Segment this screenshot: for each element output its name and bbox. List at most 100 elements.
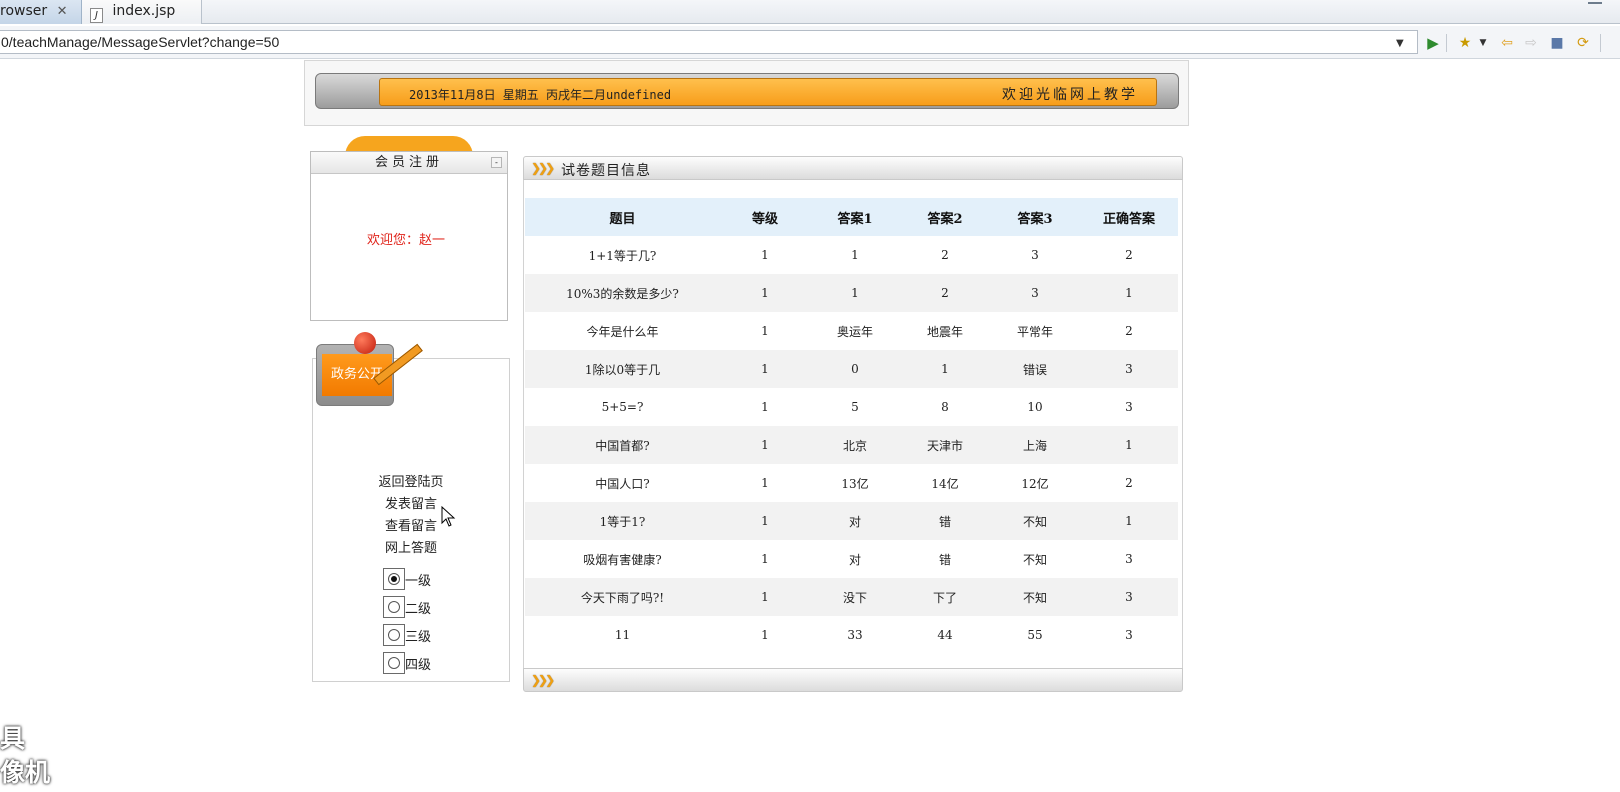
editor-tab-strip: rowser ✕ J index.jsp (0, 0, 1620, 24)
table-cell: 3 (1080, 388, 1178, 426)
table-cell: 天津市 (900, 426, 990, 464)
header-banner: 2013年11月8日 星期五 丙戌年二月undefined 欢迎光临网上教学 (304, 60, 1189, 126)
minimize-box-icon[interactable]: - (491, 157, 502, 168)
table-cell: 错 (900, 502, 990, 540)
table-cell: 北京 (810, 426, 900, 464)
radio-button[interactable] (383, 624, 405, 646)
table-cell: 没下 (810, 578, 900, 616)
table-cell: 2 (900, 236, 990, 274)
minimize-icon[interactable] (1588, 2, 1602, 8)
table-row: 中国人口? 1 13亿 14亿 12亿 2 (525, 464, 1178, 502)
tab-index-jsp-label: index.jsp (112, 3, 176, 19)
question-table: 题目 等级 答案1 答案2 答案3 正确答案 1+1等于几? 1 1 2 3 2 10%3的… (525, 198, 1178, 654)
table-cell: 10 (990, 388, 1080, 426)
table-cell: 1 (900, 350, 990, 388)
column-header: 答案3 (990, 198, 1080, 236)
mouse-cursor-icon (441, 506, 456, 527)
page-content: 2013年11月8日 星期五 丙戌年二月undefined 欢迎光临网上教学 会… (0, 60, 1620, 787)
table-cell: 错误 (990, 350, 1080, 388)
column-header: 正确答案 (1080, 198, 1178, 236)
back-icon[interactable]: ⇦ (1498, 34, 1516, 52)
nav-link-view-messages[interactable]: 查看留言 (312, 516, 510, 538)
table-header-row: 题目 等级 答案1 答案2 答案3 正确答案 (525, 198, 1178, 236)
radio-unchecked-icon (388, 629, 400, 641)
table-cell: 吸烟有害健康? (525, 540, 720, 578)
tab-browser[interactable]: rowser ✕ (0, 0, 82, 24)
nav-link-online-quiz[interactable]: 网上答题 (312, 538, 510, 560)
level-option-4[interactable]: 四级 (383, 649, 431, 677)
table-cell: 1 (810, 236, 900, 274)
table-cell: 44 (900, 616, 990, 654)
table-cell: 1 (720, 540, 810, 578)
nav-link-back-to-login[interactable]: 返回登陆页 (312, 472, 510, 494)
radio-button[interactable] (383, 652, 405, 674)
table-cell: 55 (990, 616, 1080, 654)
pushpin-icon (354, 332, 376, 354)
table-cell: 1 (720, 578, 810, 616)
chevron-right-icon: ❯❯❯ (531, 673, 555, 687)
table-cell: 1 (1080, 426, 1178, 464)
table-cell: 2 (900, 274, 990, 312)
table-row: 吸烟有害健康? 1 对错不知 3 (525, 540, 1178, 578)
table-cell: 3 (990, 274, 1080, 312)
column-header: 答案1 (810, 198, 900, 236)
member-box: 会员注册 - 欢迎您：赵一 (310, 151, 508, 321)
member-welcome-text: 欢迎您：赵一 (367, 233, 446, 248)
radio-checked-icon (388, 573, 400, 585)
table-cell: 平常年 (990, 312, 1080, 350)
table-row: 1+1等于几? 1 1 2 3 2 (525, 236, 1178, 274)
level-label: 三级 (405, 629, 432, 645)
level-option-2[interactable]: 二级 (383, 593, 431, 621)
table-cell: 对 (810, 540, 900, 578)
table-row: 10%3的余数是多少? 1 1 2 3 1 (525, 274, 1178, 312)
tab-browser-label: rowser (0, 3, 48, 19)
member-box-header: 会员注册 - (311, 152, 507, 174)
dropdown-icon[interactable]: ▼ (1396, 38, 1404, 49)
forward-icon[interactable]: ⇨ (1522, 34, 1540, 52)
nav-link-post-message[interactable]: 发表留言 (312, 494, 510, 516)
table-cell: 不知 (990, 540, 1080, 578)
table-row: 1等于1? 1 对错不知 1 (525, 502, 1178, 540)
url-input[interactable] (0, 30, 1418, 54)
radio-unchecked-icon (388, 601, 400, 613)
table-cell: 不知 (990, 578, 1080, 616)
table-cell: 1 (720, 350, 810, 388)
table-row: 11 1 33 44 55 3 (525, 616, 1178, 654)
table-row: 5+5=? 1 5 8 10 3 (525, 388, 1178, 426)
tab-index-jsp[interactable]: J index.jsp (82, 0, 202, 24)
table-cell: 不知 (990, 502, 1080, 540)
close-icon[interactable]: ✕ (57, 4, 68, 19)
table-cell: 2 (1080, 464, 1178, 502)
jsp-file-icon: J (90, 8, 103, 23)
favorites-dropdown-icon[interactable]: ▼ (1478, 34, 1488, 52)
banner-bar: 2013年11月8日 星期五 丙戌年二月undefined 欢迎光临网上教学 (315, 73, 1179, 109)
banner-welcome-marquee: 欢迎光临网上教学 (1002, 87, 1138, 103)
table-cell: 3 (1080, 350, 1178, 388)
quiz-panel: ❯❯❯ 试卷题目信息 题目 等级 答案1 答案2 答案3 正确答案 1+1等于几… (523, 156, 1183, 756)
level-option-3[interactable]: 三级 (383, 621, 431, 649)
toolbar-separator (1600, 34, 1601, 52)
table-cell: 10%3的余数是多少? (525, 274, 720, 312)
level-label: 四级 (405, 657, 432, 673)
member-box-title: 会员注册 (374, 155, 443, 170)
radio-button[interactable] (383, 568, 405, 590)
table-cell: 3 (990, 236, 1080, 274)
stop-icon[interactable]: ■ (1548, 34, 1566, 52)
chevron-right-icon: ❯❯❯ (531, 161, 555, 175)
table-cell: 上海 (990, 426, 1080, 464)
radio-button[interactable] (383, 596, 405, 618)
favorites-icon[interactable]: ★ (1456, 34, 1474, 52)
table-cell: 13亿 (810, 464, 900, 502)
quiz-panel-header: ❯❯❯ 试卷题目信息 (523, 156, 1183, 180)
table-row: 中国首都? 1 北京 天津市 上海 1 (525, 426, 1178, 464)
level-option-1[interactable]: 一级 (383, 565, 431, 593)
quiz-panel-title: 试卷题目信息 (561, 163, 651, 179)
address-bar: ▼ ▶ ★ ▼ ⇦ ⇨ ■ ⟳ (0, 26, 1620, 59)
radio-unchecked-icon (388, 657, 400, 669)
table-cell: 1 (1080, 502, 1178, 540)
table-row: 今年是什么年 1 奥运年 地震年 平常年 2 (525, 312, 1178, 350)
government-affairs-icon: 政务公开 (314, 324, 423, 412)
table-cell: 33 (810, 616, 900, 654)
refresh-icon[interactable]: ⟳ (1574, 34, 1592, 52)
go-icon[interactable]: ▶ (1424, 34, 1442, 52)
